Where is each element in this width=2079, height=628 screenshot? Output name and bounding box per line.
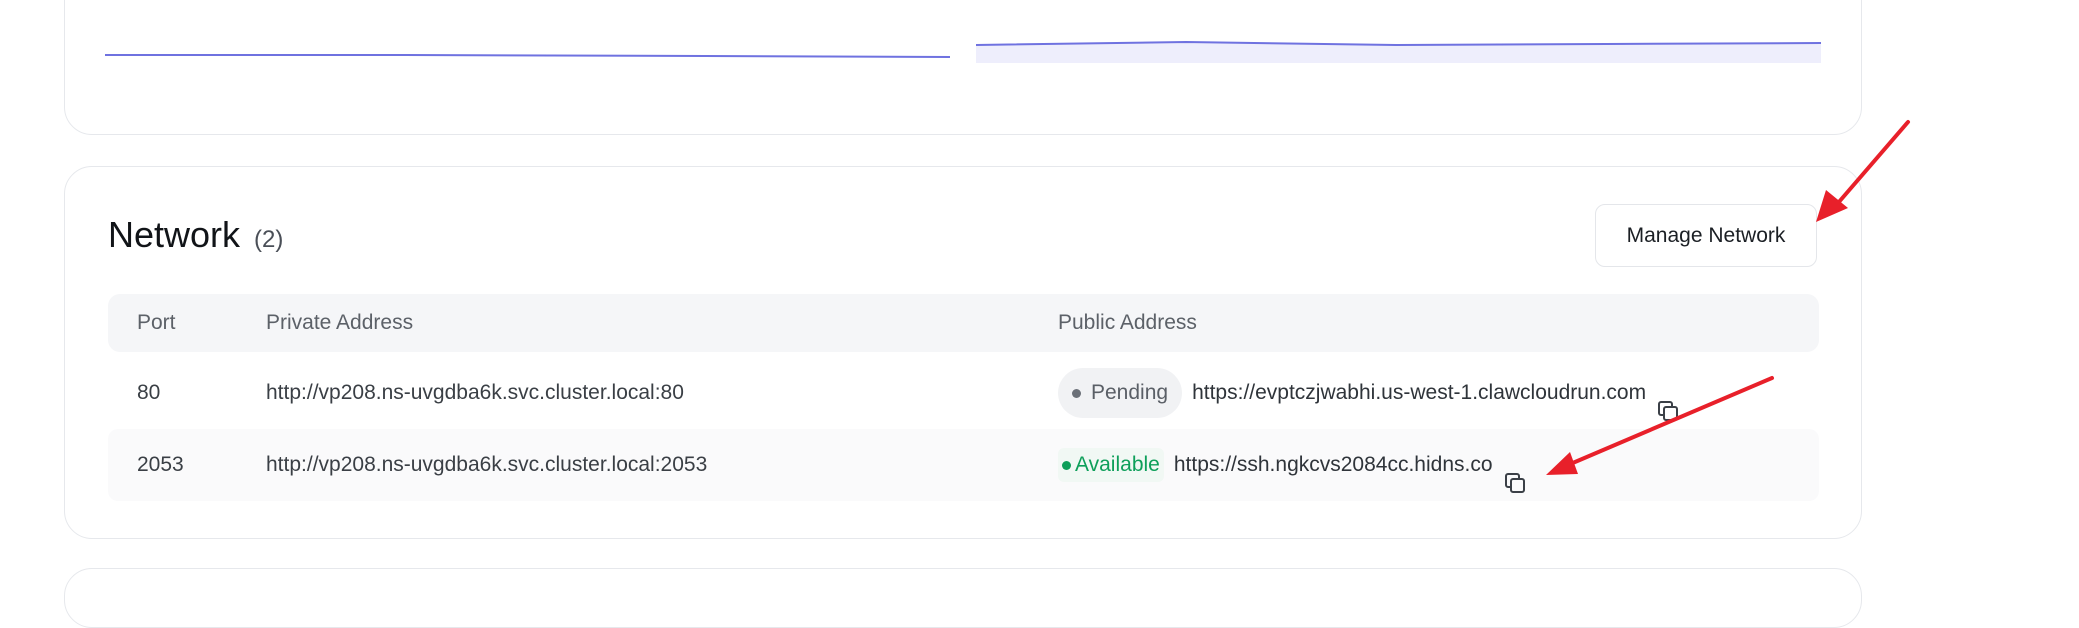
network-table-header: Port Private Address Public Address xyxy=(108,294,1819,352)
column-header-private-address: Private Address xyxy=(266,311,414,334)
status-badge-pending: Pending xyxy=(1058,368,1183,418)
port-cell: 80 xyxy=(137,381,161,404)
column-header-public-address: Public Address xyxy=(1058,311,1197,334)
network-header: Network (2) xyxy=(108,214,283,256)
usage-sparkline-right xyxy=(976,40,1821,63)
next-section-card xyxy=(64,568,1862,628)
copy-icon[interactable] xyxy=(1503,453,1527,493)
table-row: 2053 http://vp208.ns-uvgdba6k.svc.cluste… xyxy=(108,429,1819,501)
column-header-port: Port xyxy=(137,311,176,334)
public-address-cell: Pending https://evptczjwabhi.us-west-1.c… xyxy=(1058,357,1680,429)
status-badge-available: Available xyxy=(1058,448,1164,482)
usage-sparkline-left xyxy=(105,54,950,58)
public-url-link[interactable]: https://ssh.ngkcvs2084cc.hidns.co xyxy=(1174,429,1493,501)
private-address-cell[interactable]: http://vp208.ns-uvgdba6k.svc.cluster.loc… xyxy=(266,429,707,501)
public-address-cell: Available https://ssh.ngkcvs2084cc.hidns… xyxy=(1058,429,1527,501)
network-title: Network xyxy=(108,214,241,255)
public-url-link[interactable]: https://evptczjwabhi.us-west-1.clawcloud… xyxy=(1192,357,1646,429)
network-card: Network (2) Manage Network Port Private … xyxy=(64,166,1862,539)
private-address-cell[interactable]: http://vp208.ns-uvgdba6k.svc.cluster.loc… xyxy=(266,357,684,429)
monitor-card xyxy=(64,0,1862,135)
network-count: (2) xyxy=(254,226,284,253)
copy-icon[interactable] xyxy=(1656,381,1680,421)
status-dot xyxy=(1062,460,1071,470)
status-label: Available xyxy=(1075,453,1160,476)
table-row: 80 http://vp208.ns-uvgdba6k.svc.cluster.… xyxy=(108,357,1819,429)
manage-network-button[interactable]: Manage Network xyxy=(1595,204,1817,267)
port-cell: 2053 xyxy=(137,453,184,476)
status-label: Pending xyxy=(1091,381,1169,404)
status-dot xyxy=(1072,388,1081,398)
